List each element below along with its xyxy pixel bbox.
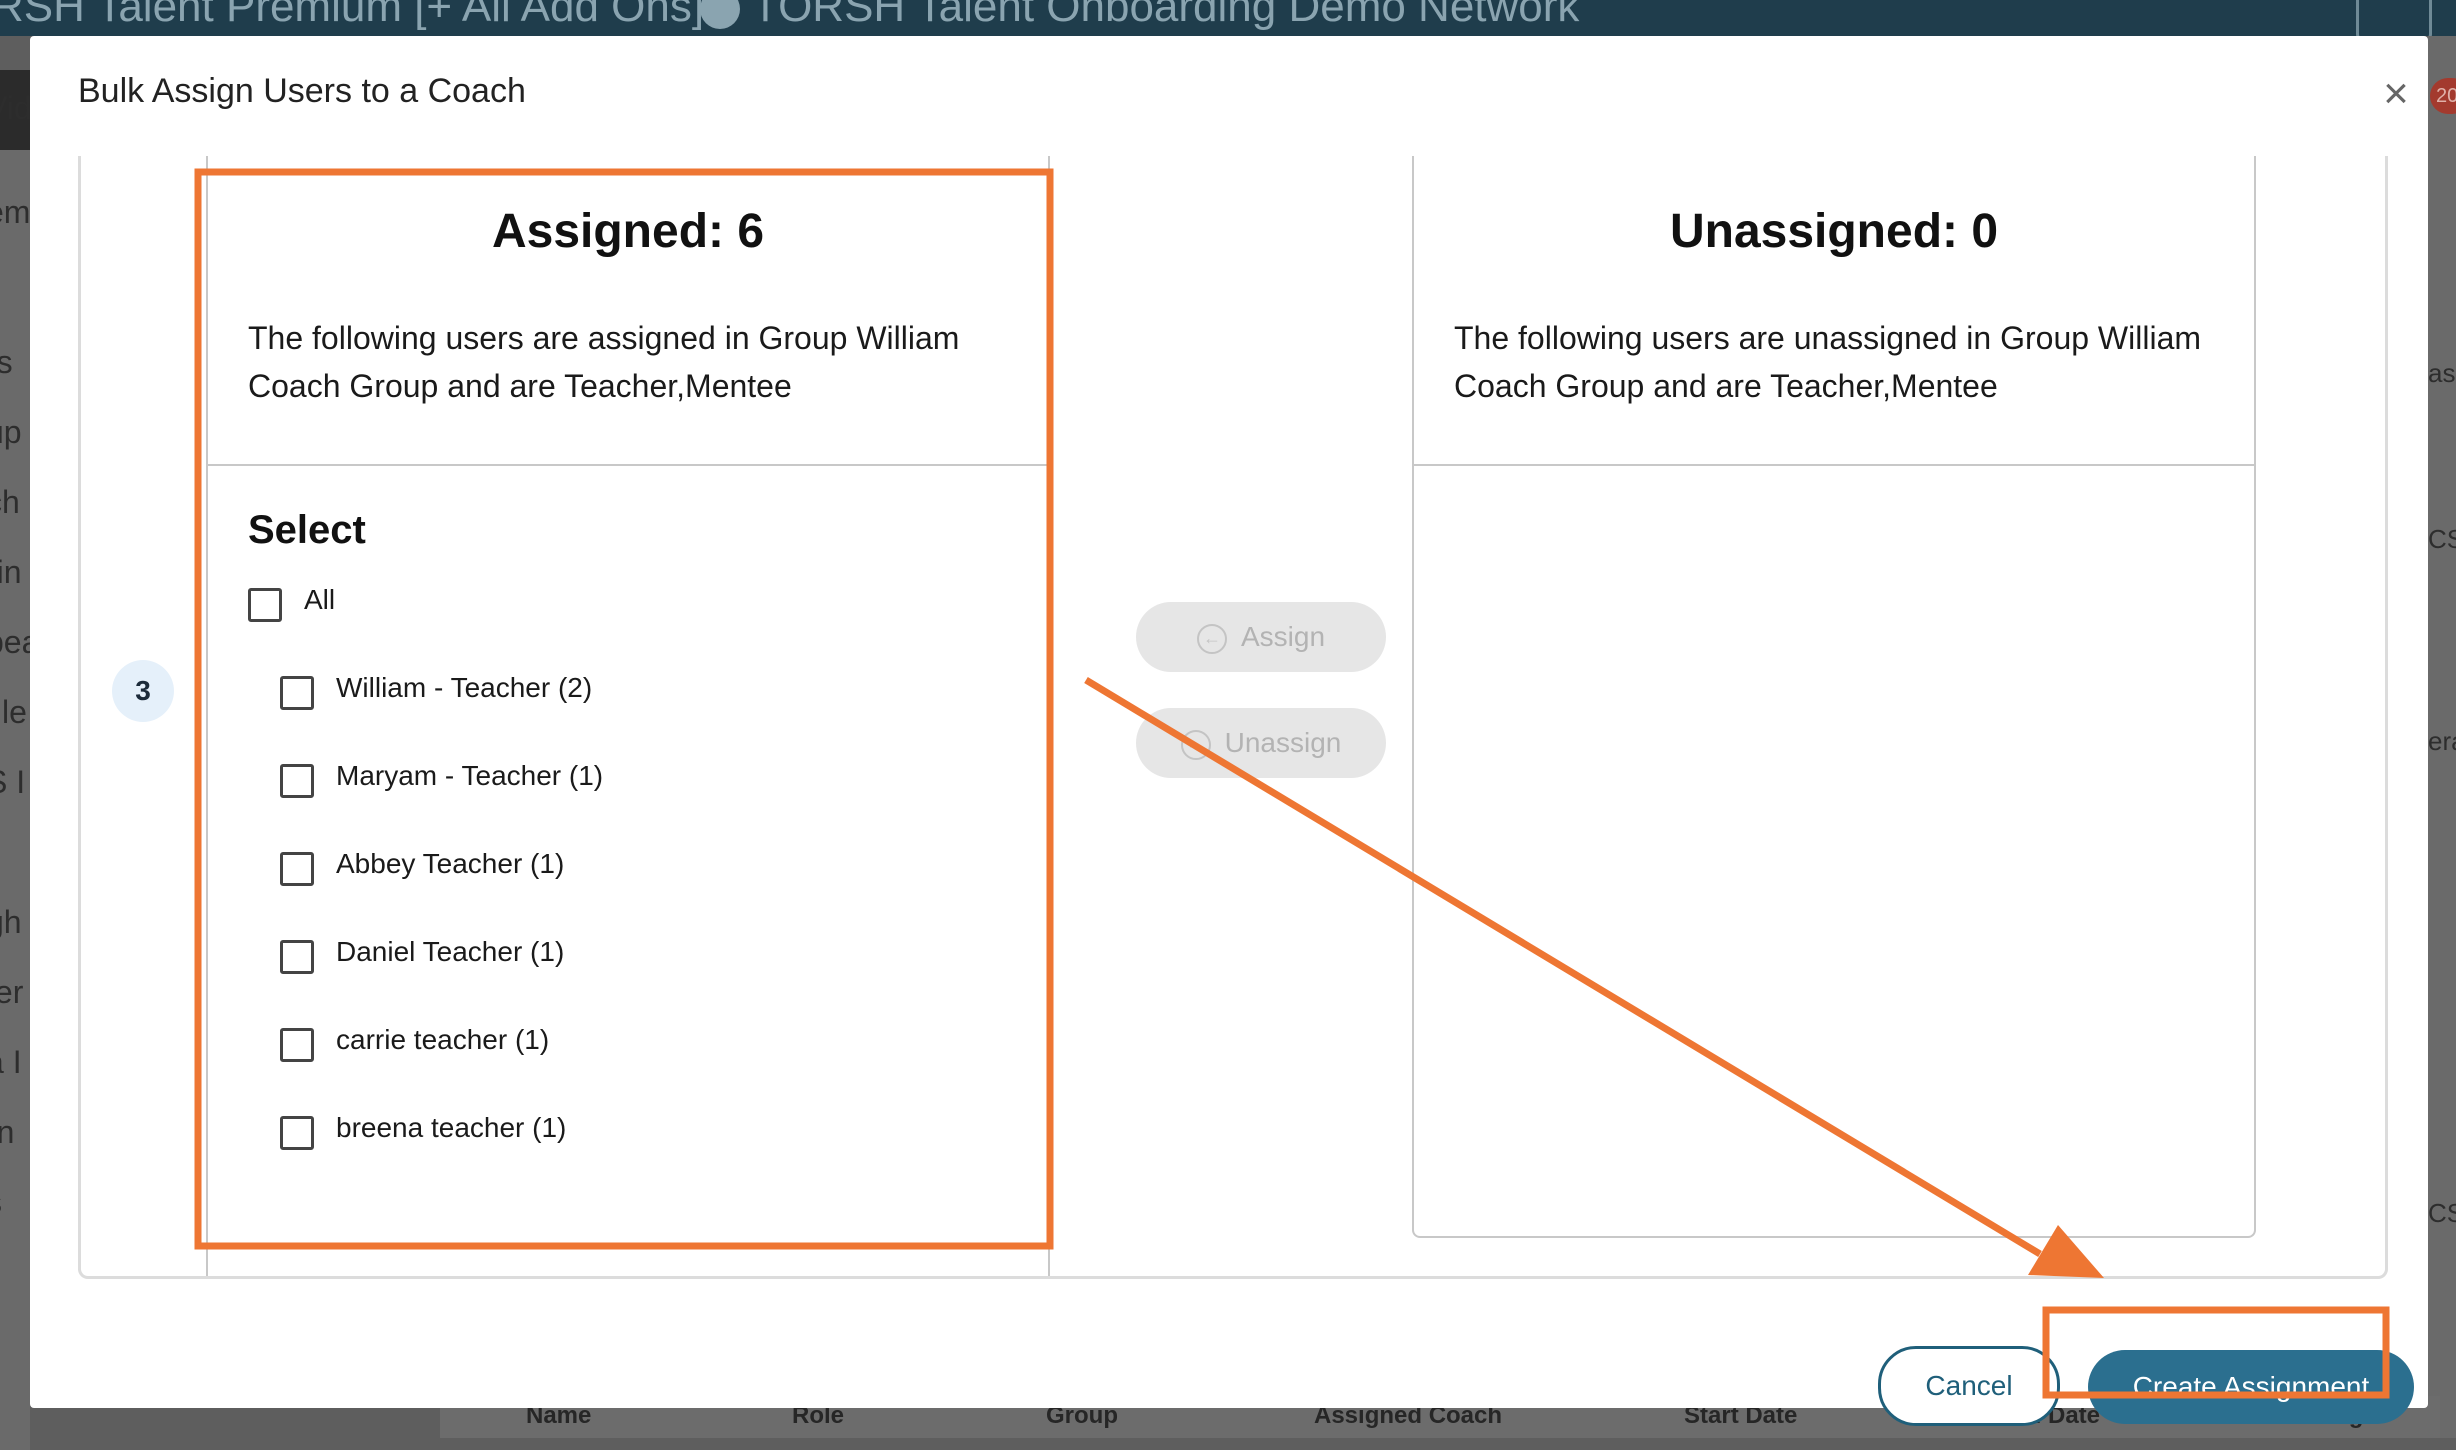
unassigned-description: The following users are unassigned in Gr… [1454,320,2202,404]
assign-button-label: Assign [1240,621,1326,652]
assigned-description: The following users are assigned in Grou… [248,320,960,404]
user-checkbox[interactable] [280,1116,314,1150]
sidebar-item: rin [0,554,22,590]
assigned-panel-header: Assigned: 6 The following users are assi… [208,156,1048,466]
user-label: William - Teacher (2) [336,672,593,703]
unassigned-heading: Unassigned: 0 [1669,205,1999,258]
app-title: RSH Talent Premium [+ All Add Ons] [0,0,705,31]
right-panel-item: as [2428,358,2456,388]
unassign-button[interactable]: → Unassign [1136,708,1386,778]
user-label: Maryam - Teacher (1) [336,760,604,791]
sidebar-item: ter [0,974,24,1010]
close-icon[interactable]: × [2376,72,2416,116]
unassign-button-label: Unassign [1224,727,1342,758]
sidebar-item: Vid [0,90,30,126]
user-label: carrie teacher (1) [336,1024,550,1055]
step-number-badge: 3 [112,660,174,722]
create-assignment-button[interactable]: Create Assignment [2088,1350,2414,1424]
network-name-text: TORSH Talent Onboarding Demo Network [752,0,1580,31]
sidebar-item: S I [0,764,26,800]
unassigned-panel-header: Unassigned: 0 The following users are un… [1414,156,2254,466]
arrow-left-circle-icon: ← [1196,623,1227,654]
arrow-right-circle-icon: → [1180,729,1211,760]
select-all-label: All [304,584,336,615]
network-logo-icon [700,0,740,30]
modal-title: Bulk Assign Users to a Coach [78,72,526,110]
select-title: Select [248,508,366,552]
user-label: Abbey Teacher (1) [336,848,565,879]
user-checkbox[interactable] [280,1028,314,1062]
sidebar-item: ch [0,484,20,520]
user-checkbox[interactable] [280,676,314,710]
user-label: Daniel Teacher (1) [336,936,565,967]
sidebar-item: s [0,1184,30,1221]
sidebar-item: up [0,414,22,450]
bulk-assign-modal: Bulk Assign Users to a Coach × 3 Assigne… [30,36,2428,1426]
assigned-heading: Assigned: 6 [491,205,765,258]
user-checkbox[interactable] [280,940,314,974]
assign-button[interactable]: ← Assign [1136,602,1386,672]
user-checkbox[interactable] [280,764,314,798]
user-label: breena teacher (1) [336,1112,567,1143]
sidebar-item: rs [0,344,13,380]
select-all-checkbox[interactable] [248,588,282,622]
sidebar-item: a I [0,1044,22,1080]
cancel-button[interactable]: Cancel [1878,1346,2060,1426]
sidebar-item: rn [0,1114,15,1150]
right-panel-item: CS [2428,1198,2456,1228]
unassigned-panel: Unassigned: 0 The following users are un… [1412,156,2256,1238]
upload-icon [2356,0,2432,36]
sidebar-item: file [0,694,27,730]
sidebar-item: em [0,194,30,230]
sidebar-item: gh [0,904,22,940]
network-name: TORSH Talent Onboarding Demo Network [700,0,1579,32]
right-panel-item: era [2428,726,2456,756]
user-checkbox[interactable] [280,852,314,886]
sidebar-item: pea [0,624,30,660]
app-header: RSH Talent Premium [+ All Add Ons] TORSH… [0,0,2456,36]
assigned-panel: Assigned: 6 The following users are assi… [206,156,1050,1276]
right-panel-item: CS [2428,524,2456,554]
